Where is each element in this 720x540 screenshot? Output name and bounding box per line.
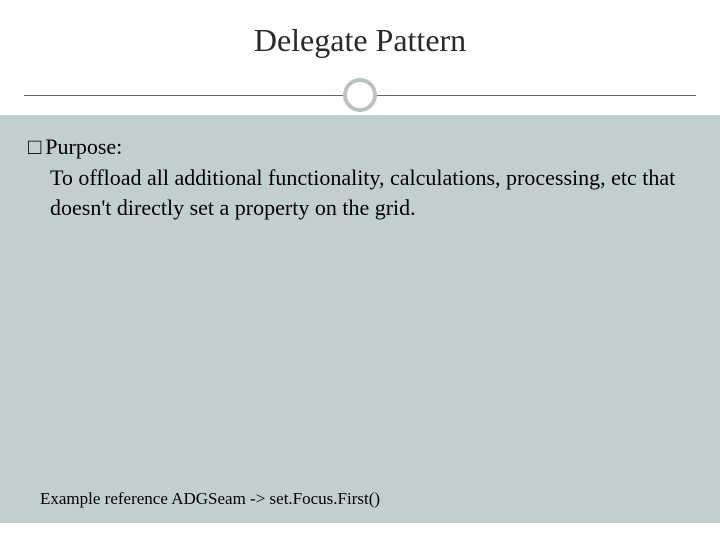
circle-ornament-icon [343,78,377,112]
content-panel: □ Purpose: To offload all additional fun… [0,115,720,523]
slide-title: Delegate Pattern [0,22,720,59]
bullet-row: □ Purpose: [28,133,692,161]
title-area: Delegate Pattern [0,0,720,69]
purpose-label: Purpose: [45,133,122,161]
slide: Delegate Pattern □ Purpose: To offload a… [0,0,720,540]
square-bullet-icon: □ [28,133,41,161]
footer-reference: Example reference ADGSeam -> set.Focus.F… [40,489,380,509]
body-text: To offload all additional functionality,… [28,163,692,223]
title-rule [0,75,720,115]
